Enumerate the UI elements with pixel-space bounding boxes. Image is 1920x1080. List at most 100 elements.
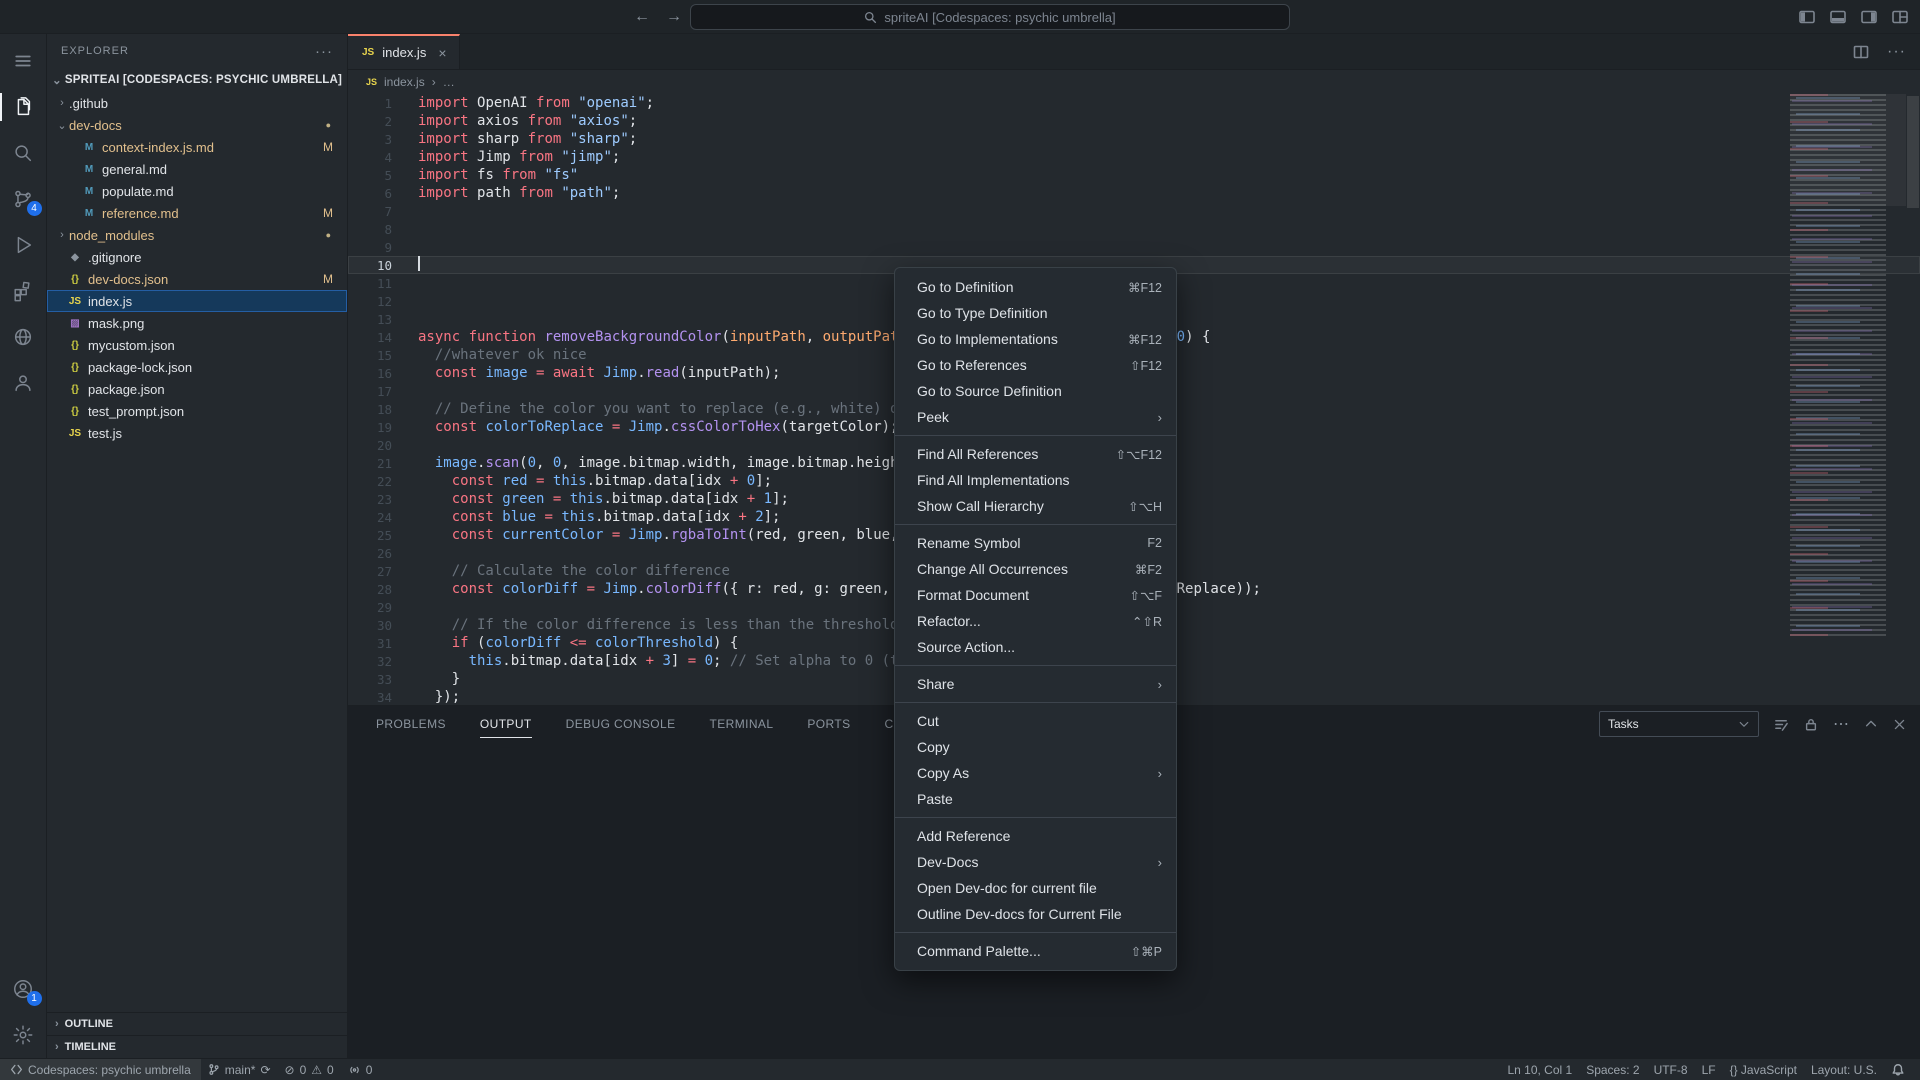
menu-item-format-document[interactable]: Format Document ⇧⌥F — [895, 582, 1176, 608]
panel-tab-ports[interactable]: PORTS — [807, 711, 850, 738]
breadcrumb-file[interactable]: index.js — [384, 75, 425, 89]
menu-item-copy-as[interactable]: Copy As › — [895, 760, 1176, 786]
tree-item-test-prompt-json[interactable]: {} test_prompt.json — [47, 400, 347, 422]
code-line[interactable]: 4 import Jimp from "jimp"; — [348, 148, 1920, 166]
bell-icon[interactable] — [1891, 1063, 1905, 1077]
tree-item-dev-docs-json[interactable]: {} dev-docs.json M — [47, 268, 347, 290]
maximize-panel-icon[interactable] — [1864, 717, 1878, 731]
menu-item-outline-dev-docs-for-current-file[interactable]: Outline Dev-docs for Current File — [895, 901, 1176, 927]
menu-item-open-dev-doc-for-current-file[interactable]: Open Dev-doc for current file — [895, 875, 1176, 901]
menu-item-change-all-occurrences[interactable]: Change All Occurrences ⌘F2 — [895, 556, 1176, 582]
code-line[interactable]: 8 — [348, 220, 1920, 238]
menu-item-add-reference[interactable]: Add Reference — [895, 823, 1176, 849]
notifications-button[interactable] — [1884, 1063, 1912, 1077]
menu-item-paste[interactable]: Paste — [895, 786, 1176, 812]
menu-item-go-to-type-definition[interactable]: Go to Type Definition — [895, 300, 1176, 326]
panel-tab-terminal[interactable]: TERMINAL — [710, 711, 774, 738]
remote-indicator[interactable]: Codespaces: psychic umbrella — [0, 1059, 201, 1080]
menu-item-share[interactable]: Share › — [895, 671, 1176, 697]
code-line[interactable]: 6 import path from "path"; — [348, 184, 1920, 202]
problems-indicator[interactable]: ⊘ 0 ⚠ 0 — [278, 1059, 341, 1080]
status-item-lf[interactable]: LF — [1695, 1063, 1723, 1077]
tab-index-js[interactable]: JS index.js × — [348, 34, 460, 69]
accounts-button[interactable]: 1 — [0, 966, 47, 1012]
menu-item-find-all-implementations[interactable]: Find All Implementations — [895, 467, 1176, 493]
tree-item-dev-docs[interactable]: ⌄ dev-docs ● — [47, 114, 347, 136]
panel-tab-debug-console[interactable]: DEBUG CONSOLE — [566, 711, 676, 738]
back-icon[interactable]: ← — [634, 8, 650, 26]
settings-button[interactable] — [0, 1012, 47, 1058]
tree-item-node-modules[interactable]: › node_modules ● — [47, 224, 347, 246]
timeline-section[interactable]: › TIMELINE — [47, 1035, 347, 1058]
tree-item-populate-md[interactable]: Mpopulate.md — [47, 180, 347, 202]
tree-item-mask-png[interactable]: ▨ mask.png — [47, 312, 347, 334]
tree-item-context-index-js-md[interactable]: Mcontext-index.js.md M — [47, 136, 347, 158]
tree-item-mycustom-json[interactable]: {} mycustom.json — [47, 334, 347, 356]
menu-button[interactable] — [0, 38, 47, 84]
status-item-spaces-2[interactable]: Spaces: 2 — [1579, 1063, 1646, 1077]
panel-tab-output[interactable]: OUTPUT — [479, 711, 532, 738]
breadcrumb-more[interactable]: … — [443, 75, 455, 89]
menu-item-show-call-hierarchy[interactable]: Show Call Hierarchy ⇧⌥H — [895, 493, 1176, 519]
clear-output-icon[interactable] — [1774, 717, 1789, 732]
sidebar-more-actions[interactable]: ··· — [315, 43, 333, 60]
menu-item-copy[interactable]: Copy — [895, 734, 1176, 760]
status-item-utf-8[interactable]: UTF-8 — [1647, 1063, 1695, 1077]
menu-item-go-to-source-definition[interactable]: Go to Source Definition — [895, 378, 1176, 404]
panel-more-actions-icon[interactable]: ⋯ — [1833, 714, 1849, 734]
code-line[interactable]: 9 — [348, 238, 1920, 256]
extensions-button[interactable] — [0, 268, 47, 314]
menu-item-rename-symbol[interactable]: Rename Symbol F2 — [895, 530, 1176, 556]
branch-indicator[interactable]: main* ⟳ — [201, 1059, 278, 1080]
menu-item-go-to-implementations[interactable]: Go to Implementations ⌘F12 — [895, 326, 1176, 352]
code-line[interactable]: 3 import sharp from "sharp"; — [348, 130, 1920, 148]
minimap-slider[interactable] — [1790, 94, 1906, 206]
explorer-button[interactable] — [0, 84, 47, 130]
run-debug-button[interactable] — [0, 222, 47, 268]
menu-item-command-palette-[interactable]: Command Palette... ⇧⌘P — [895, 938, 1176, 964]
toggle-sidebar-icon[interactable] — [1799, 9, 1815, 25]
live-share-button[interactable] — [0, 360, 47, 406]
menu-item-cut[interactable]: Cut — [895, 708, 1176, 734]
tree-item-reference-md[interactable]: Mreference.md M — [47, 202, 347, 224]
forward-icon[interactable]: → — [666, 8, 682, 26]
ports-indicator[interactable]: 0 — [341, 1059, 380, 1080]
source-control-button[interactable]: 4 — [0, 176, 47, 222]
close-tab-icon[interactable]: × — [438, 45, 446, 61]
remote-explorer-button[interactable] — [0, 314, 47, 360]
lock-icon[interactable] — [1804, 717, 1818, 732]
outline-section[interactable]: › OUTLINE — [47, 1012, 347, 1035]
menu-item-go-to-references[interactable]: Go to References ⇧F12 — [895, 352, 1176, 378]
output-channel-dropdown[interactable]: Tasks — [1599, 711, 1759, 737]
code-line[interactable]: 2 import axios from "axios"; — [348, 112, 1920, 130]
menu-item-refactor-[interactable]: Refactor... ⌃⇧R — [895, 608, 1176, 634]
status-item-layout-u-s-[interactable]: Layout: U.S. — [1804, 1063, 1884, 1077]
tree-item--gitignore[interactable]: ◆ .gitignore — [47, 246, 347, 268]
breadcrumb[interactable]: JS index.js › … — [348, 70, 1920, 94]
split-editor-icon[interactable] — [1853, 44, 1869, 60]
tree-item-general-md[interactable]: Mgeneral.md — [47, 158, 347, 180]
command-center-search[interactable]: spriteAI [Codespaces: psychic umbrella] — [690, 4, 1290, 30]
tree-item-package-lock-json[interactable]: {} package-lock.json — [47, 356, 347, 378]
tree-item--github[interactable]: › .github — [47, 92, 347, 114]
menu-item-dev-docs[interactable]: Dev-Docs › — [895, 849, 1176, 875]
status-item-ln-10-col-1[interactable]: Ln 10, Col 1 — [1500, 1063, 1579, 1077]
search-button[interactable] — [0, 130, 47, 176]
panel-tab-problems[interactable]: PROBLEMS — [376, 711, 446, 738]
tree-item-index-js[interactable]: JS index.js — [47, 290, 347, 312]
status-item--javascript[interactable]: {} JavaScript — [1723, 1063, 1804, 1077]
workspace-section-header[interactable]: ⌄ SPRITEAI [CODESPACES: PSYCHIC UMBRELLA… — [47, 68, 347, 92]
editor-more-actions-icon[interactable]: ··· — [1887, 43, 1906, 61]
close-panel-icon[interactable] — [1893, 718, 1906, 731]
code-line[interactable]: 5 import fs from "fs" — [348, 166, 1920, 184]
tree-item-test-js[interactable]: JS test.js — [47, 422, 347, 444]
menu-item-source-action-[interactable]: Source Action... — [895, 634, 1176, 660]
toggle-panel-icon[interactable] — [1830, 9, 1846, 25]
toggle-secondary-sidebar-icon[interactable] — [1861, 9, 1877, 25]
menu-item-find-all-references[interactable]: Find All References ⇧⌥F12 — [895, 441, 1176, 467]
menu-item-go-to-definition[interactable]: Go to Definition ⌘F12 — [895, 274, 1176, 300]
code-line[interactable]: 7 — [348, 202, 1920, 220]
tree-item-package-json[interactable]: {} package.json — [47, 378, 347, 400]
menu-item-peek[interactable]: Peek › — [895, 404, 1176, 430]
scrollbar-thumb[interactable] — [1907, 96, 1919, 208]
